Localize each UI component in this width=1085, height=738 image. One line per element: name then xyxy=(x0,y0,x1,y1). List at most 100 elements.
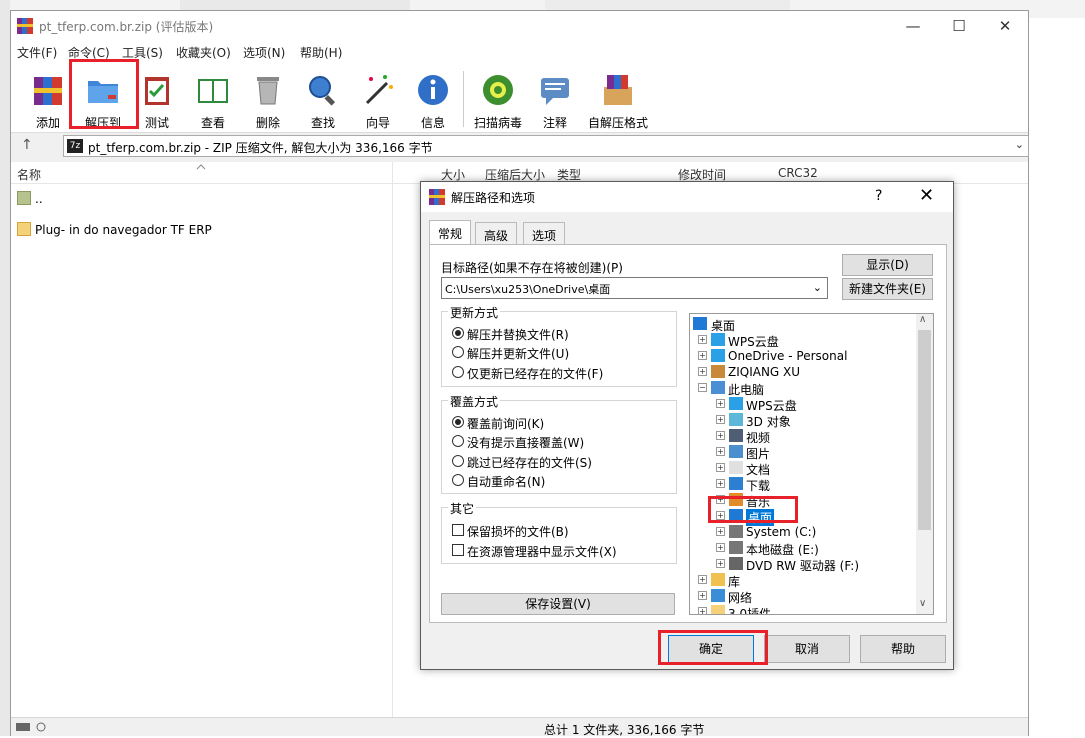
dialog-close-button[interactable]: ✕ xyxy=(919,185,934,206)
expand-icon[interactable]: + xyxy=(716,447,725,456)
pc-icon xyxy=(711,381,725,394)
view-button[interactable]: 查看 xyxy=(191,69,235,130)
delete-button[interactable]: 删除 xyxy=(246,69,290,130)
update-mode-title: 更新方式 xyxy=(448,304,501,321)
tree-node-label: 桌面 xyxy=(711,319,736,333)
expand-icon[interactable]: + xyxy=(716,399,725,408)
chevron-down-icon[interactable]: ⌄ xyxy=(1015,138,1024,151)
save-settings-button[interactable]: 保存设置(V) xyxy=(441,593,675,615)
destination-path-value: C:\Users\xu253\OneDrive\桌面 xyxy=(445,283,611,296)
tab-general[interactable]: 常规 xyxy=(429,220,472,245)
status-bar: 总计 1 文件夹, 336,166 字节 xyxy=(11,717,1028,737)
comment-button[interactable]: 注释 xyxy=(533,69,577,130)
maximize-button[interactable]: ☐ xyxy=(936,11,982,41)
library-icon xyxy=(711,573,725,586)
expand-icon[interactable]: + xyxy=(716,431,725,440)
new-folder-button[interactable]: 新建文件夹(E) xyxy=(842,278,933,300)
highlight-desktop-node xyxy=(708,496,798,523)
file-row[interactable]: Plug- in do navegador TF ERP xyxy=(11,220,391,240)
sfx-button[interactable]: 自解压格式 xyxy=(588,69,648,130)
tree-scrollbar[interactable]: ∧ ∨ xyxy=(916,314,933,614)
expand-icon[interactable]: + xyxy=(698,591,707,600)
help-button[interactable]: 帮助 xyxy=(860,635,946,663)
wizard-button[interactable]: 向导 xyxy=(356,69,400,130)
close-button[interactable]: ✕ xyxy=(982,11,1028,41)
cloud-icon xyxy=(711,349,725,362)
menu-help[interactable]: 帮助(H) xyxy=(300,44,342,61)
find-button[interactable]: 查找 xyxy=(301,69,345,130)
dialog-title: 解压路径和选项 xyxy=(451,191,536,205)
menu-options[interactable]: 选项(N) xyxy=(243,44,285,61)
expand-icon[interactable]: + xyxy=(716,415,725,424)
menu-favorites[interactable]: 收藏夹(O) xyxy=(176,44,231,61)
expand-icon[interactable]: + xyxy=(716,479,725,488)
tab-options[interactable]: 选项 xyxy=(523,222,566,244)
up-arrow-icon[interactable]: ↑ xyxy=(21,137,33,153)
archive-icon: 7z xyxy=(67,139,83,153)
book-icon xyxy=(198,79,228,103)
cancel-button[interactable]: 取消 xyxy=(764,635,850,663)
column-crc[interactable]: CRC32 xyxy=(778,166,818,180)
expand-icon[interactable]: + xyxy=(716,527,725,536)
scroll-thumb[interactable] xyxy=(918,330,931,530)
tree-node-label: System (C:) xyxy=(746,525,817,539)
column-name[interactable]: 名称 xyxy=(17,166,41,183)
virus-scan-icon xyxy=(483,75,513,105)
scan-virus-label: 扫描病毒 xyxy=(473,116,522,130)
magic-wand-icon xyxy=(365,75,393,105)
tree-node-label: 库 xyxy=(728,575,741,589)
extract-dialog: 解压路径和选项 ? ✕ 常规 高级 选项 目标路径(如果不存在将被创建)(P) … xyxy=(420,181,954,670)
address-field[interactable]: 7z pt_tferp.com.br.zip - ZIP 压缩文件, 解包大小为… xyxy=(63,135,1029,157)
scan-virus-button[interactable]: 扫描病毒 xyxy=(474,69,522,130)
info-icon xyxy=(418,75,448,105)
overwrite-mode-title: 覆盖方式 xyxy=(448,393,501,410)
tree-node-label: ZIQIANG XU xyxy=(728,365,801,379)
scroll-down-icon[interactable]: ∨ xyxy=(919,598,926,609)
tab-advanced[interactable]: 高级 xyxy=(475,222,518,244)
winrar-logo-icon xyxy=(429,189,445,205)
file-row[interactable]: .. xyxy=(11,189,391,209)
picture-icon xyxy=(729,445,743,458)
expand-icon[interactable]: + xyxy=(716,463,725,472)
tree-node-label: 此电脑 xyxy=(728,383,765,397)
drive-icon xyxy=(729,525,743,538)
info-button[interactable]: 信息 xyxy=(411,69,455,130)
update-mode-group: 更新方式 解压并替换文件(R) 解压并更新文件(U) 仅更新已经存在的文件(F) xyxy=(441,304,677,387)
add-archive-icon xyxy=(34,77,62,105)
expand-icon[interactable]: + xyxy=(698,575,707,584)
other-title: 其它 xyxy=(448,500,477,517)
overwrite-mode-group: 覆盖方式 覆盖前询问(K) 没有提示直接覆盖(W) 跳过已经存在的文件(S) 自… xyxy=(441,393,677,494)
title-bar: pt_tferp.com.br.zip (评估版本) — ☐ ✕ xyxy=(11,11,1028,41)
expand-icon[interactable]: + xyxy=(698,351,707,360)
toolbar-separator xyxy=(463,71,464,127)
help-question-icon[interactable]: ? xyxy=(875,188,882,204)
test-button[interactable]: 测试 xyxy=(135,69,179,130)
add-button[interactable]: 添加 xyxy=(26,69,70,130)
file-name: Plug- in do navegador TF ERP xyxy=(35,223,212,237)
folder-tree[interactable]: 桌面 + WPS云盘 + OneDrive - Personal + ZIQIANG XU −… xyxy=(689,313,934,615)
comment-label: 注释 xyxy=(542,116,567,130)
expand-icon[interactable]: + xyxy=(698,335,707,344)
scroll-up-icon[interactable]: ∧ xyxy=(919,314,926,325)
minimize-button[interactable]: — xyxy=(890,11,936,41)
highlight-extract-to xyxy=(69,59,139,129)
expand-icon[interactable]: + xyxy=(716,543,725,552)
show-button[interactable]: 显示(D) xyxy=(842,254,933,276)
expand-icon[interactable]: + xyxy=(698,367,707,376)
download-icon xyxy=(729,477,743,490)
expand-icon[interactable]: + xyxy=(698,607,707,614)
cloud-icon xyxy=(729,397,743,410)
expand-icon[interactable]: + xyxy=(716,559,725,568)
destination-label: 目标路径(如果不存在将被创建)(P) xyxy=(441,261,623,275)
destination-path-field[interactable]: C:\Users\xu253\OneDrive\桌面 ⌄ xyxy=(441,277,828,299)
drive-status-icon xyxy=(16,722,46,732)
desktop-icon xyxy=(693,317,707,330)
collapse-icon[interactable]: − xyxy=(698,383,707,392)
tab-page-general: 目标路径(如果不存在将被创建)(P) C:\Users\xu253\OneDri… xyxy=(429,244,947,623)
video-icon xyxy=(729,429,743,442)
chevron-down-icon[interactable]: ⌄ xyxy=(813,281,822,294)
tree-node-label: 3D 对象 xyxy=(746,415,791,429)
user-icon xyxy=(711,365,725,378)
menu-file[interactable]: 文件(F) xyxy=(17,44,57,61)
parent-folder-icon xyxy=(17,191,31,205)
